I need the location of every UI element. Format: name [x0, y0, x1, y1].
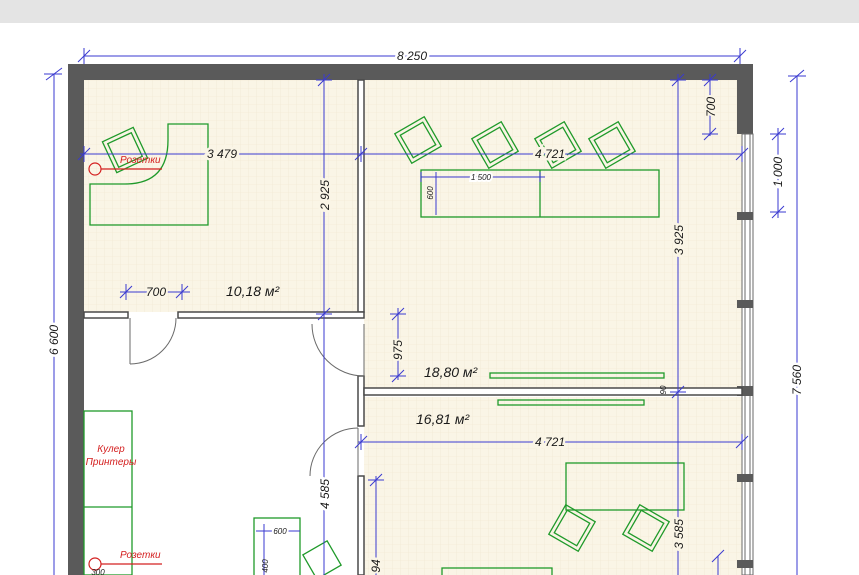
sockets-label-bottom: Розетки [120, 550, 161, 561]
dim-bottom-left-300: 300 [91, 568, 105, 575]
dim-bottom-94: 94 [369, 559, 383, 573]
dim-total-height-right: 7 560 [790, 365, 804, 395]
floor-plan: 8 250 6 600 7 560 3 479 4 721 2 925 3 92… [44, 47, 807, 575]
dim-shelf-600: 600 [273, 527, 287, 536]
dim-shelf-400: 400 [261, 559, 270, 573]
dim-small-90: 90 [659, 385, 668, 394]
dim-room2-width: 4 721 [535, 147, 565, 161]
room1-grid [84, 80, 358, 312]
dim-table-1500: 1 500 [471, 173, 492, 182]
dim-room3-height: 3 585 [672, 519, 686, 549]
cooler-label: Кулер [97, 444, 125, 455]
room2-grid [364, 80, 744, 392]
dim-corridor-height: 4 585 [318, 479, 332, 509]
dim-total-height-left: 6 600 [47, 325, 61, 355]
dim-door-700: 700 [146, 285, 166, 299]
area-room2: 18,80 м² [424, 364, 479, 380]
printers-label: Принтеры [86, 457, 137, 468]
dim-room2-height: 3 925 [672, 225, 686, 255]
dim-room1-width: 3 479 [207, 147, 237, 161]
dim-window-1000: 1 000 [771, 157, 785, 187]
area-room1: 10,18 м² [226, 283, 281, 299]
dim-room1-height: 2 925 [318, 180, 332, 211]
dim-door-975: 975 [391, 340, 405, 360]
sockets-label-top: Розетки [120, 155, 161, 166]
corridor-floor [84, 318, 358, 575]
dim-table-600: 600 [426, 186, 435, 200]
area-room3: 16,81 м² [416, 411, 471, 427]
dim-room3-width: 4 721 [535, 435, 565, 449]
dim-total-width: 8 250 [397, 49, 427, 63]
dim-right-top-700: 700 [704, 97, 718, 117]
